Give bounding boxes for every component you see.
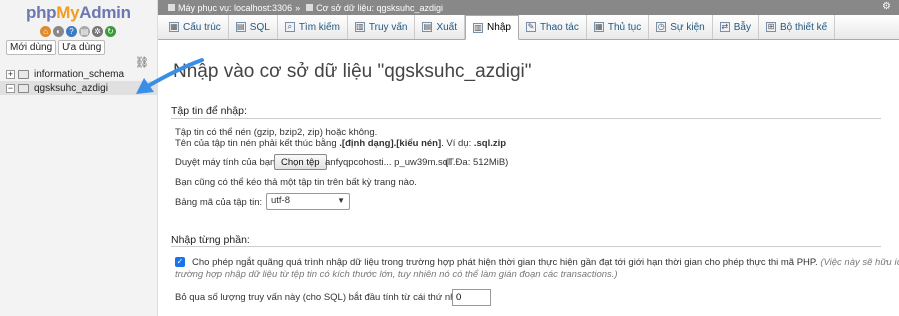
browse-label: Duyệt máy tính của bạn: bbox=[175, 157, 278, 168]
page-title: Nhập vào cơ sở dữ liệu "qgsksuhc_azdigi" bbox=[173, 61, 532, 82]
server-icon bbox=[168, 4, 175, 11]
db-name[interactable]: qgsksuhc_azdigi bbox=[34, 83, 108, 94]
collapse-icon[interactable]: − bbox=[6, 83, 15, 93]
db-tree-item-qgsksuhc-azdigi[interactable]: − qgsksuhc_azdigi bbox=[0, 81, 157, 95]
breadcrumb: Máy phục vụ: localhost:3306 » Cơ sở dữ l… bbox=[158, 0, 899, 15]
skip-queries-input[interactable] bbox=[452, 289, 491, 306]
divider bbox=[171, 118, 881, 119]
partial-section-heading: Nhập từng phần: bbox=[171, 234, 250, 246]
search-icon: ⌕ bbox=[284, 22, 295, 32]
export-icon: ▤ bbox=[422, 22, 433, 32]
breadcrumb-database[interactable]: Cơ sở dữ liệu: qgsksuhc_azdigi bbox=[316, 3, 443, 13]
import-icon: ▥ bbox=[473, 22, 484, 33]
tab-events[interactable]: ◷ Sự kiện bbox=[649, 15, 713, 39]
database-icon bbox=[18, 83, 29, 93]
breadcrumb-separator: » bbox=[295, 2, 301, 13]
navigation-panel: phpMyAdmin ⌂ ◐ ? ▤ ✲ ↻ Mới dùng Ưa dùng … bbox=[0, 0, 158, 316]
designer-icon: ⊞ bbox=[765, 22, 776, 32]
nav-icon-bar: ⌂ ◐ ? ▤ ✲ ↻ bbox=[40, 26, 116, 37]
allow-interrupt-checkbox[interactable]: ✓ bbox=[175, 257, 185, 267]
help-icon[interactable]: ? bbox=[66, 26, 77, 37]
favorites-button[interactable]: Ưa dùng bbox=[58, 40, 106, 55]
events-icon: ◷ bbox=[656, 22, 667, 32]
tab-sql[interactable]: ▤ SQL bbox=[229, 15, 278, 39]
phpmyadmin-logo[interactable]: phpMyAdmin bbox=[26, 3, 131, 23]
sql-icon: ▤ bbox=[235, 22, 246, 32]
drag-drop-note: Bạn cũng có thể kéo thả một tập tin trên… bbox=[175, 177, 417, 188]
chevron-down-icon: ▼ bbox=[337, 196, 345, 205]
choose-file-button[interactable]: Chọn tệp bbox=[274, 154, 327, 170]
breadcrumb-server[interactable]: Máy phục vụ: localhost:3306 bbox=[178, 3, 292, 13]
settings-icon[interactable]: ✲ bbox=[92, 26, 103, 37]
divider bbox=[171, 246, 881, 247]
import-page: Nhập vào cơ sở dữ liệu "qgsksuhc_azdigi"… bbox=[158, 41, 899, 316]
query-icon: ▥ bbox=[354, 22, 365, 32]
tab-routines[interactable]: ▦ Thủ tục bbox=[587, 15, 650, 39]
tab-structure[interactable]: ▦ Cấu trúc bbox=[162, 15, 229, 39]
database-icon bbox=[18, 69, 29, 79]
tab-designer[interactable]: ⊞ Bộ thiết kế bbox=[759, 15, 836, 39]
compress-note: Tập tin có thể nén (gzip, bzip2, zip) ho… bbox=[175, 127, 378, 138]
database-tabs: ▦ Cấu trúc ▤ SQL ⌕ Tìm kiếm ▥ Truy vấn ▤ Xuất… bbox=[158, 15, 899, 40]
charset-select[interactable]: utf-8 ▼ bbox=[266, 193, 350, 210]
db-tree-item-information-schema[interactable]: + information_schema bbox=[6, 67, 124, 81]
max-size-note: (T.Đa: 512MiB) bbox=[445, 157, 509, 168]
recent-button[interactable]: Mới dùng bbox=[6, 40, 57, 55]
database-icon bbox=[306, 4, 314, 11]
skip-queries-label: Bỏ qua số lượng truy vấn này (cho SQL) b… bbox=[175, 292, 466, 303]
reload-icon[interactable]: ↻ bbox=[105, 26, 116, 37]
tab-triggers[interactable]: ⇄ Bẫy bbox=[713, 15, 759, 39]
file-section-heading: Tập tin để nhập: bbox=[171, 105, 247, 117]
allow-interrupt-hint: trường hợp nhập dữ liệu từ tệp tin có kí… bbox=[175, 269, 618, 280]
chosen-file-name: anfyqpcohosti... p_uw39m.sql bbox=[325, 157, 451, 168]
link-with-main-icon[interactable]: ⛓ bbox=[135, 56, 149, 69]
filename-note: Tên của tập tin nén phải kết thúc bằng .… bbox=[175, 138, 507, 149]
tab-export[interactable]: ▤ Xuất bbox=[415, 15, 466, 39]
structure-icon: ▦ bbox=[169, 22, 179, 32]
settings-icon[interactable]: ⚙ bbox=[882, 1, 891, 12]
tab-search[interactable]: ⌕ Tìm kiếm bbox=[278, 15, 348, 39]
operations-icon: ✎ bbox=[525, 22, 536, 32]
tab-import[interactable]: ▥ Nhập bbox=[465, 15, 519, 40]
docs-icon[interactable]: ▤ bbox=[79, 26, 90, 37]
tab-operations[interactable]: ✎ Thao tác bbox=[519, 15, 587, 39]
routines-icon: ▦ bbox=[593, 22, 604, 32]
logout-icon[interactable]: ◐ bbox=[53, 26, 64, 37]
expand-icon[interactable]: + bbox=[6, 69, 15, 79]
db-name[interactable]: information_schema bbox=[34, 69, 124, 80]
tab-query[interactable]: ▥ Truy vấn bbox=[348, 15, 416, 39]
recent-favorites-bar: Mới dùng Ưa dùng bbox=[6, 40, 106, 55]
charset-label: Bảng mã của tập tin: bbox=[175, 197, 263, 208]
home-icon[interactable]: ⌂ bbox=[40, 26, 51, 37]
allow-interrupt-label[interactable]: Cho phép ngắt quãng quá trình nhập dữ li… bbox=[192, 257, 899, 268]
triggers-icon: ⇄ bbox=[719, 22, 730, 32]
